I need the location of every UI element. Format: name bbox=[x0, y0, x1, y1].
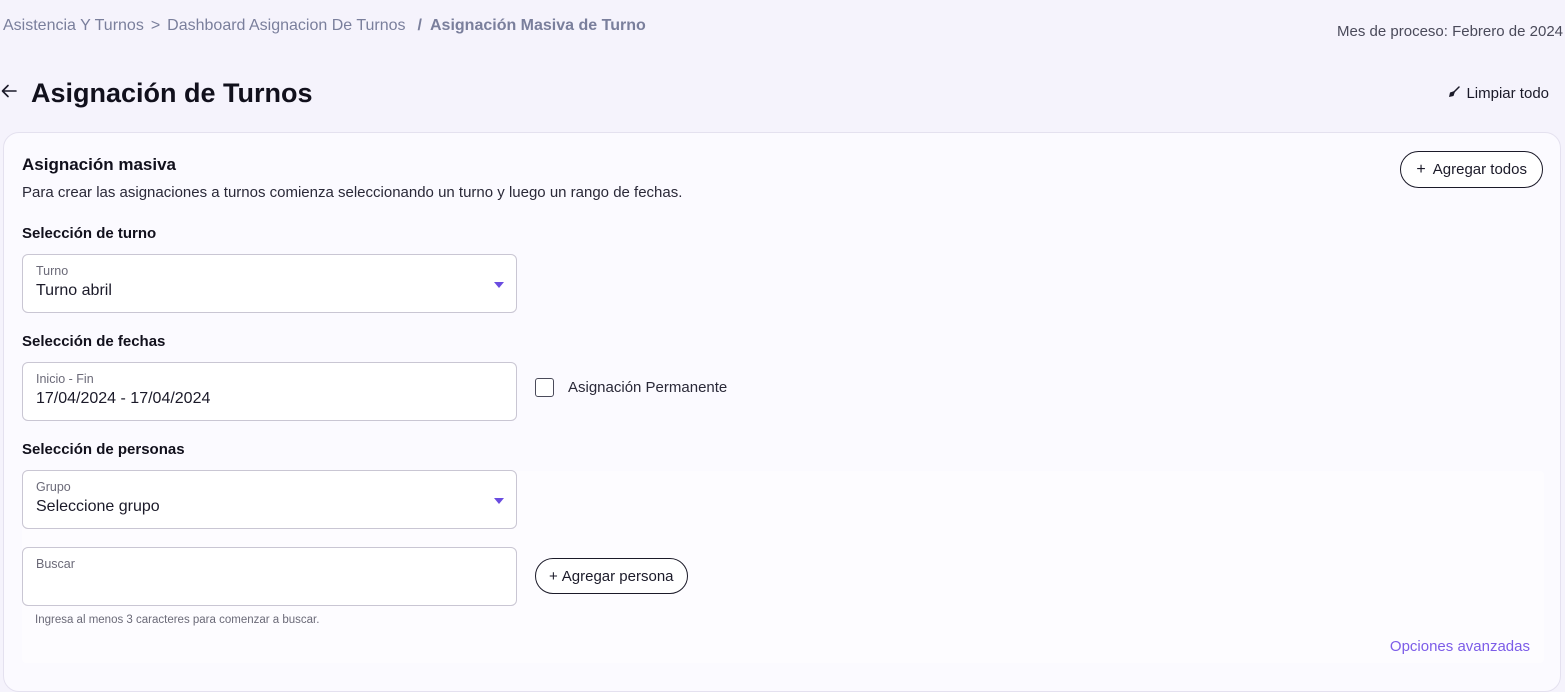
search-input[interactable]: Buscar bbox=[22, 547, 517, 606]
breadcrumb: Asistencia Y Turnos > Dashboard Asignaci… bbox=[3, 17, 646, 35]
date-range-field[interactable]: Inicio - Fin 17/04/2024 - 17/04/2024 bbox=[22, 362, 517, 421]
permanent-assignment-label: Asignación Permanente bbox=[568, 379, 728, 396]
clear-all-label: Limpiar todo bbox=[1466, 85, 1549, 102]
title-bar: Asignación de Turnos Limpiar todo bbox=[0, 76, 1565, 116]
plus-icon: + bbox=[1416, 160, 1426, 178]
checkbox-box[interactable] bbox=[535, 378, 554, 397]
top-bar: Asistencia Y Turnos > Dashboard Asignaci… bbox=[0, 0, 1565, 60]
breadcrumb-current-separator: / bbox=[417, 17, 422, 34]
breadcrumb-separator: > bbox=[150, 17, 161, 34]
bulk-assignment-card: Asignación masiva Para crear las asignac… bbox=[3, 132, 1561, 692]
plus-icon: + bbox=[549, 567, 558, 585]
arrow-left-icon[interactable] bbox=[0, 82, 20, 102]
add-all-button[interactable]: + Agregar todos bbox=[1400, 151, 1543, 188]
caret-down-icon bbox=[494, 498, 504, 504]
group-select[interactable]: Grupo Seleccione grupo bbox=[22, 470, 517, 529]
caret-down-icon bbox=[494, 282, 504, 288]
add-all-label: Agregar todos bbox=[1432, 161, 1527, 178]
group-select-label: Grupo bbox=[36, 480, 71, 494]
advanced-options-link[interactable]: Opciones avanzadas bbox=[1390, 638, 1530, 655]
add-person-button[interactable]: + Agregar persona bbox=[535, 558, 688, 594]
process-month: Mes de proceso: Febrero de 2024 bbox=[1337, 23, 1563, 40]
permanent-assignment-checkbox[interactable]: Asignación Permanente bbox=[535, 378, 727, 397]
group-select-value: Seleccione grupo bbox=[36, 498, 160, 515]
shift-select-value: Turno abril bbox=[36, 282, 112, 299]
breadcrumb-current: Asignación Masiva de Turno bbox=[430, 17, 646, 34]
shift-section-label: Selección de turno bbox=[22, 225, 157, 242]
card-title: Asignación masiva bbox=[22, 155, 177, 174]
card-description: Para crear las asignaciones a turnos com… bbox=[22, 184, 683, 201]
breadcrumb-item-asistencia[interactable]: Asistencia Y Turnos bbox=[3, 17, 144, 35]
broom-icon bbox=[1448, 85, 1466, 102]
date-range-label: Inicio - Fin bbox=[36, 372, 94, 386]
search-input-label: Buscar bbox=[36, 557, 75, 571]
search-helper-text: Ingresa al menos 3 caracteres para comen… bbox=[35, 614, 320, 626]
shift-select-label: Turno bbox=[36, 264, 69, 278]
clear-all-button[interactable]: Limpiar todo bbox=[1448, 85, 1549, 102]
breadcrumb-item-dashboard[interactable]: Dashboard Asignacion De Turnos bbox=[167, 17, 405, 35]
date-range-value: 17/04/2024 - 17/04/2024 bbox=[36, 390, 211, 407]
people-section-label: Selección de personas bbox=[22, 441, 185, 458]
shift-select[interactable]: Turno Turno abril bbox=[22, 254, 517, 313]
page-title: Asignación de Turnos bbox=[31, 78, 313, 108]
add-person-label: Agregar persona bbox=[561, 567, 674, 585]
dates-section-label: Selección de fechas bbox=[22, 333, 166, 350]
